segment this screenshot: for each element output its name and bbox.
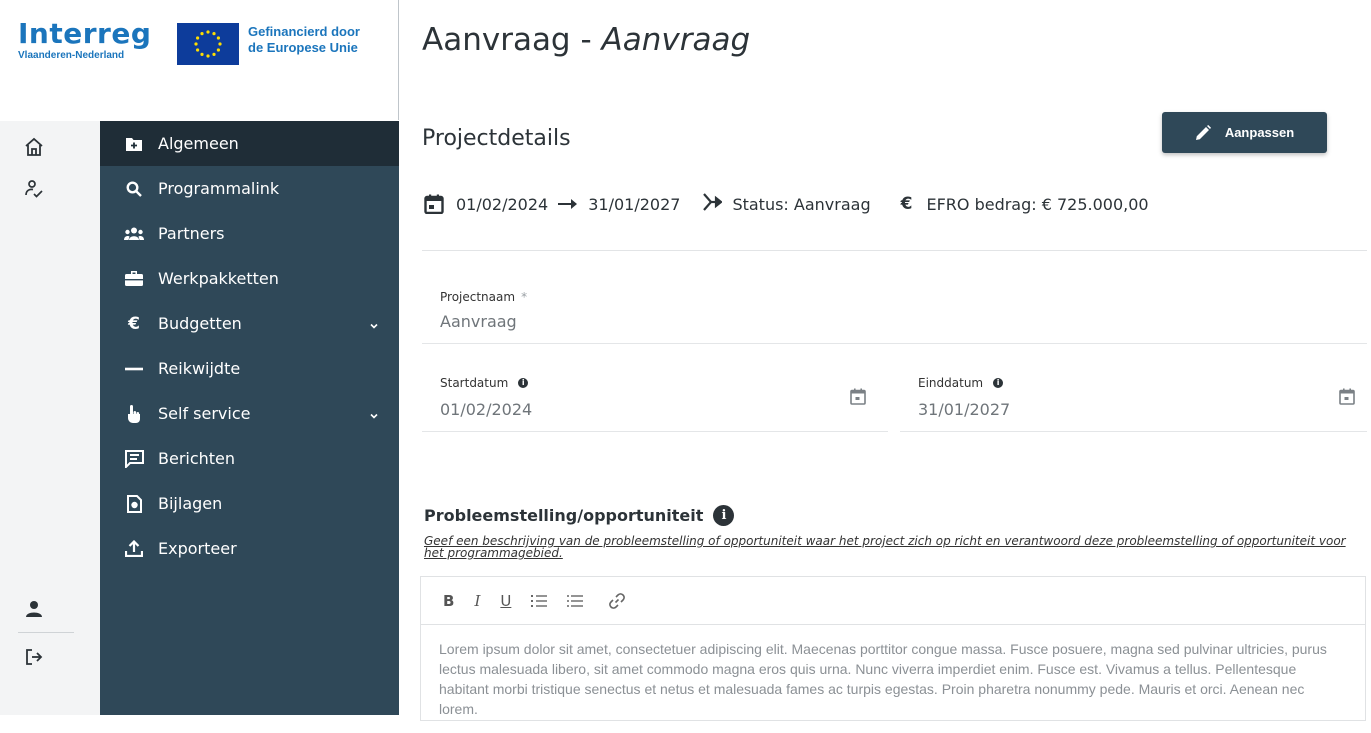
meta-end-date: 31/01/2027 <box>588 194 681 214</box>
message-icon <box>124 449 144 468</box>
sidebar-item-label: Berichten <box>158 449 236 468</box>
meta-start-date: 01/02/2024 <box>456 194 549 214</box>
sidebar-item-label: Exporteer <box>158 539 237 558</box>
einddatum-field[interactable]: Einddatum i 31/01/2027 <box>900 358 1367 432</box>
rich-text-editor[interactable]: B I U Lorem ipsum dolor sit amet, consec… <box>420 576 1366 721</box>
italic-button[interactable]: I <box>474 592 480 610</box>
eu-text-line2: de Europese Unie <box>248 40 358 55</box>
pencil-icon <box>1195 124 1211 140</box>
startdatum-label: Startdatum i <box>440 376 529 390</box>
user-check-icon[interactable] <box>22 177 46 201</box>
sidebar-item-bijlagen[interactable]: Bijlagen <box>100 481 399 526</box>
eu-funding-text: Gefinancierd door de Europese Unie <box>248 24 360 56</box>
minus-icon <box>124 360 144 378</box>
bullet-list-icon[interactable] <box>567 594 584 608</box>
rail-divider <box>18 632 74 633</box>
sidebar-item-label: Algemeen <box>158 134 239 153</box>
sidebar-item-algemeen[interactable]: Algemeen <box>100 121 399 166</box>
sidebar-item-self-service[interactable]: Self service <box>100 391 399 436</box>
sidebar-item-werkpakketten[interactable]: Werkpakketten <box>100 256 399 301</box>
link-icon[interactable] <box>609 592 626 609</box>
editor-content[interactable]: Lorem ipsum dolor sit amet, consectetuer… <box>421 625 1365 733</box>
required-marker: * <box>521 290 528 304</box>
user-icon[interactable] <box>22 597 46 621</box>
sidebar-item-label: Self service <box>158 404 251 423</box>
page-title-prefix: Aanvraag - <box>422 22 602 58</box>
projectnaam-label: Projectnaam * <box>440 290 527 304</box>
folder-plus-icon <box>124 135 144 153</box>
sidebar-item-berichten[interactable]: Berichten <box>100 436 399 481</box>
search-icon <box>124 180 144 198</box>
info-icon[interactable]: i <box>713 505 735 526</box>
sidebar-item-programmalink[interactable]: Programmalink <box>100 166 399 211</box>
sidebar-item-budgetten[interactable]: € Budgetten <box>100 301 399 346</box>
calendar-icon <box>424 194 444 214</box>
startdatum-value: 01/02/2024 <box>440 400 533 419</box>
underline-button[interactable]: U <box>500 592 511 610</box>
section-title: Projectdetails <box>422 126 571 151</box>
problem-title: Probleemstelling/opportuniteit i <box>424 505 735 526</box>
einddatum-value: 31/01/2027 <box>918 400 1011 419</box>
users-icon <box>124 225 144 243</box>
sidebar-item-label: Programmalink <box>158 179 280 198</box>
chevron-down-icon[interactable] <box>369 316 379 335</box>
briefcase-icon <box>124 270 144 288</box>
sidebar-item-label: Werkpakketten <box>158 269 279 288</box>
startdatum-field[interactable]: Startdatum i 01/02/2024 <box>422 358 888 432</box>
calendar-icon[interactable] <box>1339 388 1355 410</box>
page-title: Aanvraag - Aanvraag <box>422 22 750 58</box>
page-title-italic: Aanvraag <box>601 22 751 58</box>
logo-header: Interreg Vlaanderen-Nederland Gefinancie… <box>0 0 399 120</box>
projectnaam-field[interactable]: Projectnaam * Aanvraag <box>422 270 1367 344</box>
projectnaam-value: Aanvraag <box>440 312 517 331</box>
status-flow-icon <box>702 192 724 216</box>
icon-rail <box>0 121 100 715</box>
sidebar-item-reikwijdte[interactable]: Reikwijdte <box>100 346 399 391</box>
editor-toolbar: B I U <box>421 577 1365 625</box>
sidebar-item-label: Budgetten <box>158 314 242 333</box>
meta-budget: EFRO bedrag: € 725.000,00 <box>926 194 1149 214</box>
chevron-down-icon[interactable] <box>369 406 379 425</box>
logout-icon[interactable] <box>22 645 46 669</box>
pointer-hand-icon <box>124 404 144 423</box>
sidebar-item-label: Reikwijdte <box>158 359 241 378</box>
interreg-wordmark: Interreg <box>18 17 152 50</box>
eu-text-line1: Gefinancierd door <box>248 24 360 39</box>
sidebar-item-label: Bijlagen <box>158 494 223 513</box>
projectnaam-label-text: Projectnaam <box>440 290 516 304</box>
startdatum-label-text: Startdatum <box>440 376 509 390</box>
upload-icon <box>124 540 144 558</box>
einddatum-label-text: Einddatum <box>918 376 984 390</box>
problem-title-text: Probleemstelling/opportuniteit <box>424 506 704 525</box>
bold-button[interactable]: B <box>443 592 454 610</box>
meta-status: Status: Aanvraag <box>732 194 871 214</box>
eu-flag-icon <box>177 23 239 65</box>
info-icon[interactable]: i <box>993 378 1004 388</box>
euro-icon: € <box>900 194 913 214</box>
edit-button-label: Aanpassen <box>1224 125 1295 140</box>
info-icon[interactable]: i <box>518 378 529 388</box>
divider <box>422 250 1367 251</box>
problem-hint: Geef een beschrijving van de probleemste… <box>424 534 1346 560</box>
edit-button[interactable]: Aanpassen <box>1162 112 1327 153</box>
sidebar: Algemeen Programmalink Partners Werkpakk… <box>100 121 399 715</box>
main-content: Aanvraag - Aanvraag Projectdetails Aanpa… <box>400 0 1371 721</box>
einddatum-label: Einddatum i <box>918 376 1004 390</box>
euro-icon: € <box>128 313 140 334</box>
arrow-right-icon <box>558 195 578 214</box>
sidebar-item-partners[interactable]: Partners <box>100 211 399 256</box>
home-icon[interactable] <box>22 135 46 159</box>
project-meta: 01/02/2024 31/01/2027 Status: Aanvraag €… <box>424 190 1149 218</box>
document-icon <box>124 494 144 513</box>
interreg-logo[interactable]: Interreg Vlaanderen-Nederland <box>18 17 152 62</box>
sidebar-item-label: Partners <box>158 224 225 243</box>
interreg-region: Vlaanderen-Nederland <box>18 50 125 61</box>
calendar-icon[interactable] <box>850 388 866 410</box>
sidebar-item-exporteer[interactable]: Exporteer <box>100 526 399 571</box>
ordered-list-icon[interactable] <box>531 594 548 608</box>
